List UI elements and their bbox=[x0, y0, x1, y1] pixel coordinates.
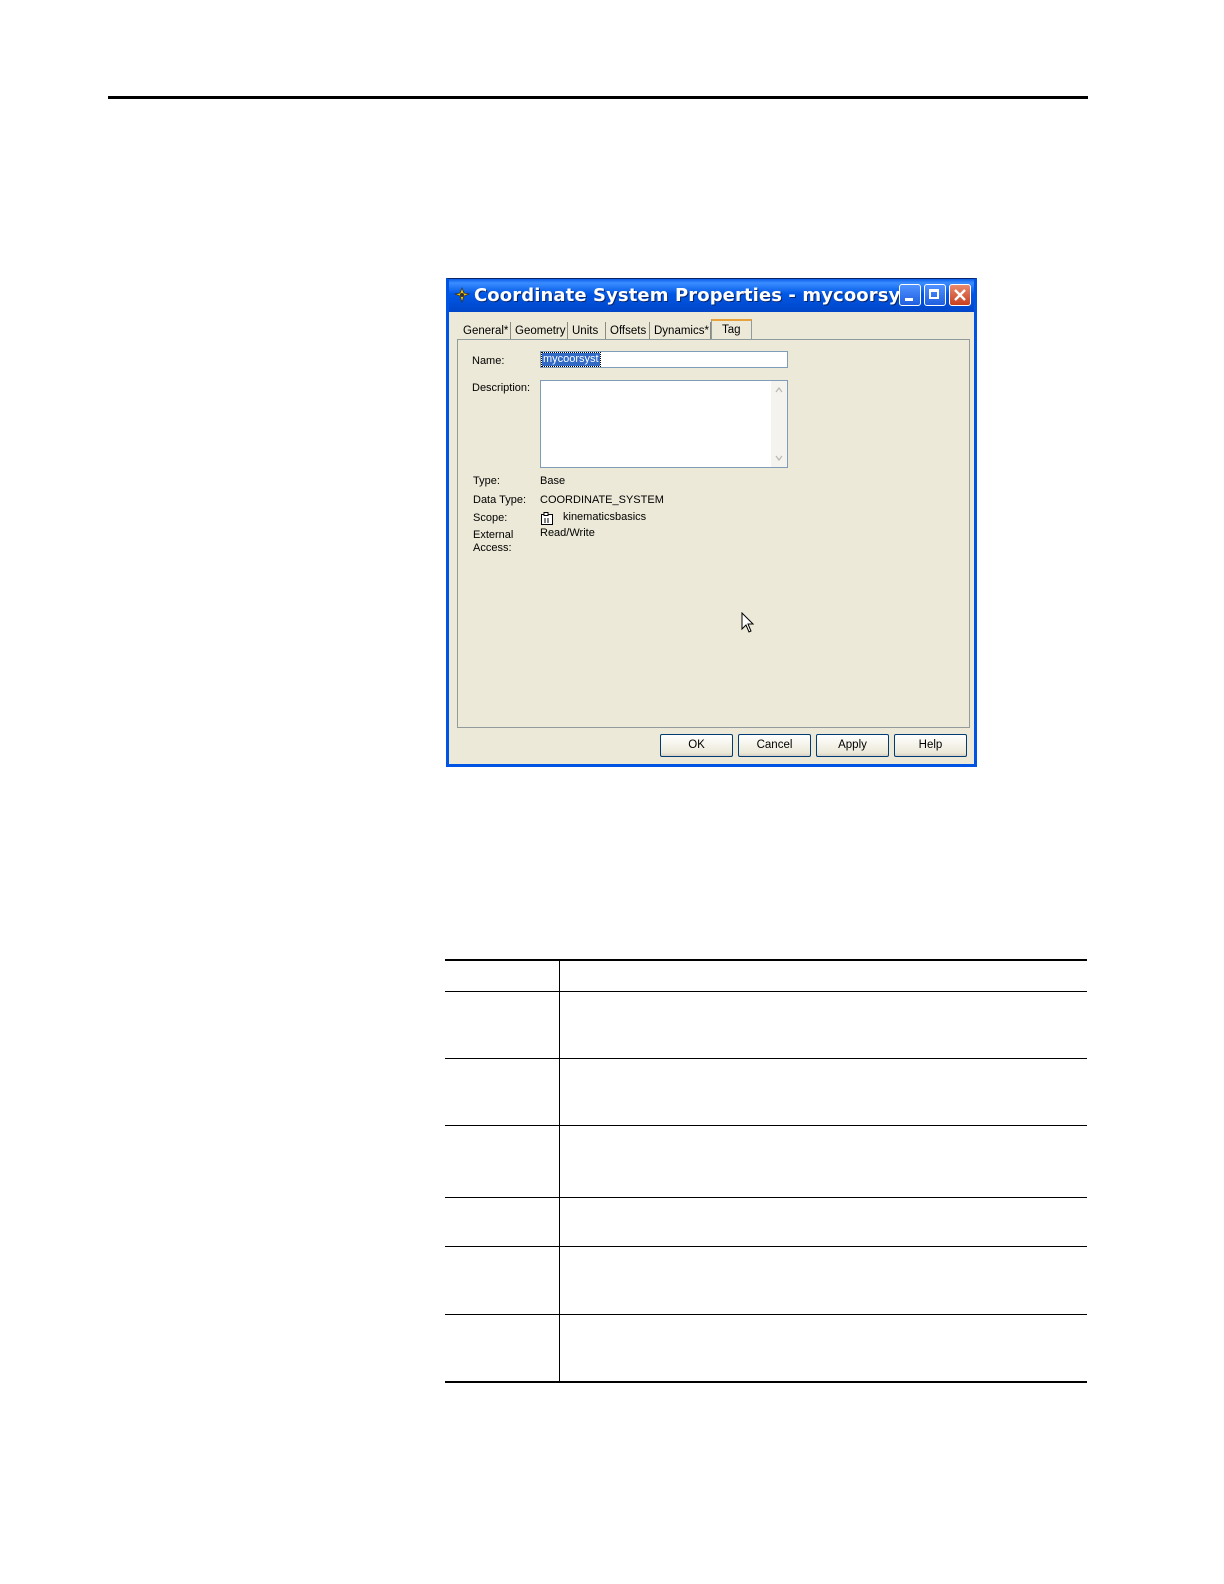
tab-tag[interactable]: Tag bbox=[711, 319, 752, 341]
app-icon bbox=[454, 287, 470, 303]
table-row-divider bbox=[445, 1058, 1087, 1059]
mouse-pointer-icon bbox=[741, 612, 755, 633]
external-access-label-line2: Access: bbox=[473, 542, 512, 554]
title-bar[interactable]: Coordinate System Properties - mycoorsys… bbox=[449, 279, 974, 312]
tab-dynamics[interactable]: Dynamics* bbox=[650, 322, 711, 340]
external-access-value: Read/Write bbox=[540, 527, 595, 539]
cancel-button[interactable]: Cancel bbox=[738, 734, 811, 757]
tag-tab-panel: Name: mycoorsyst Description: Type: Base… bbox=[457, 339, 970, 728]
parameter-table bbox=[445, 959, 1087, 1383]
external-access-label-line1: External bbox=[473, 529, 514, 541]
type-label: Type: bbox=[473, 475, 500, 487]
tab-geometry[interactable]: Geometry bbox=[511, 322, 568, 340]
description-textarea[interactable] bbox=[540, 380, 788, 468]
table-header-rule bbox=[445, 991, 1087, 992]
description-scrollbar[interactable] bbox=[771, 381, 787, 467]
table-top-rule bbox=[445, 959, 1087, 961]
type-value: Base bbox=[540, 475, 566, 487]
tab-offsets[interactable]: Offsets bbox=[606, 322, 650, 340]
name-input[interactable]: mycoorsyst bbox=[540, 351, 788, 368]
scope-value: kinematicsbasics bbox=[563, 511, 647, 523]
name-label: Name: bbox=[472, 355, 505, 367]
close-icon bbox=[954, 289, 966, 301]
close-button[interactable] bbox=[949, 284, 971, 306]
page-top-rule bbox=[108, 96, 1088, 99]
scroll-down-icon[interactable] bbox=[773, 452, 785, 464]
table-column-divider bbox=[559, 959, 560, 1382]
dialog-title: Coordinate System Properties - mycoorsys… bbox=[474, 285, 920, 306]
tab-general[interactable]: General* bbox=[459, 322, 511, 340]
controller-icon bbox=[541, 512, 553, 525]
table-row-divider bbox=[445, 1314, 1087, 1315]
scroll-up-icon[interactable] bbox=[773, 384, 785, 396]
table-row-divider bbox=[445, 1197, 1087, 1198]
tab-units[interactable]: Units bbox=[568, 322, 606, 340]
scope-label: Scope: bbox=[473, 512, 508, 524]
description-label: Description: bbox=[472, 382, 531, 394]
minimize-button[interactable] bbox=[899, 284, 921, 306]
table-row-divider bbox=[445, 1246, 1087, 1247]
maximize-button[interactable] bbox=[924, 284, 946, 306]
ok-button[interactable]: OK bbox=[660, 734, 733, 757]
help-button[interactable]: Help bbox=[894, 734, 967, 757]
apply-button[interactable]: Apply bbox=[816, 734, 889, 757]
table-bottom-rule bbox=[445, 1381, 1087, 1383]
table-row-divider bbox=[445, 1125, 1087, 1126]
name-value: mycoorsyst bbox=[541, 352, 601, 367]
coordinate-system-properties-dialog: Coordinate System Properties - mycoorsys… bbox=[446, 278, 977, 767]
data-type-value: COORDINATE_SYSTEM bbox=[540, 494, 664, 506]
data-type-label: Data Type: bbox=[473, 494, 526, 506]
